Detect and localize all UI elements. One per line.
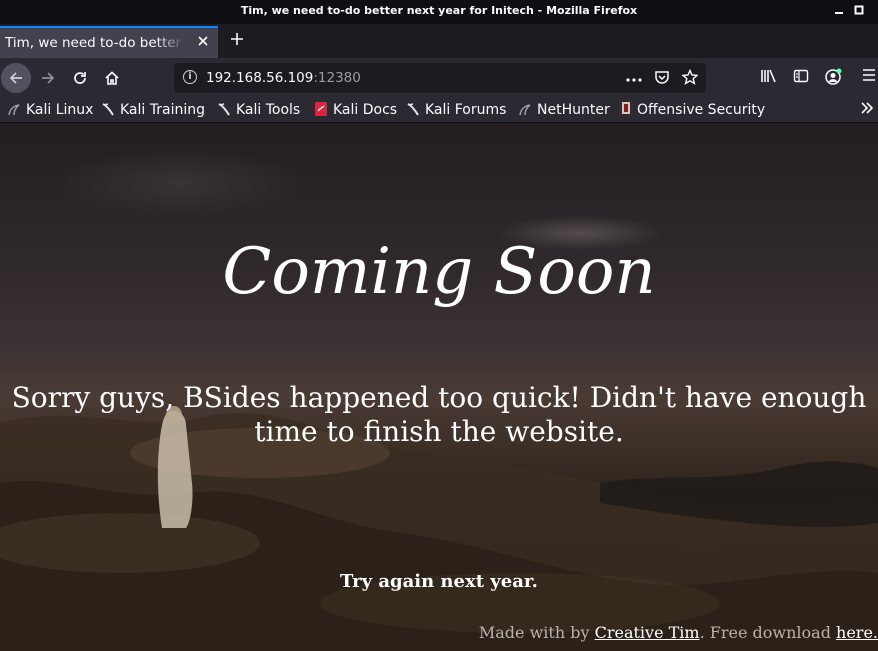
bookmark-star-icon[interactable] [680,68,700,87]
bookmarks-toolbar: Kali Linux Kali Training Kali Tools Kali… [0,98,878,123]
reload-button[interactable] [65,63,95,93]
bookmark-kali-docs[interactable]: Kali Docs [315,100,397,120]
page-actions-icon[interactable] [624,69,644,87]
page-footer: Made with by Creative Tim. Free download… [479,623,878,642]
maximize-button[interactable] [850,2,868,20]
url-text[interactable]: 192.168.56.109:12380 [206,70,361,86]
page-heading: Coming Soon [222,235,656,309]
bookmark-kali-forums[interactable]: Kali Forums [407,100,506,120]
footer-prefix: Made with by [478,623,595,642]
bookmark-kali-tools[interactable]: Kali Tools [218,100,300,120]
web-page-content: Coming Soon Sorry guys, BSides happened … [0,123,878,651]
menu-icon[interactable] [858,68,878,88]
tab-active[interactable]: Tim, we need to-do better next year for … [0,26,218,58]
tab-title: Tim, we need to-do better next year for … [5,35,185,51]
minimize-button[interactable] [830,2,848,20]
url-bar[interactable]: i 192.168.56.109:12380 [174,63,706,93]
kali-dragon-icon [8,102,20,116]
bookmark-kali-linux[interactable]: Kali Linux [8,100,93,120]
page-subtext: Try again next year. [340,571,538,592]
creative-tim-link[interactable]: Creative Tim [595,623,700,642]
forward-button[interactable] [33,63,63,93]
page-message: Sorry guys, BSides happened too quick! D… [11,381,867,448]
tab-strip: Tim, we need to-do better next year for … [0,24,878,58]
kali-dragon-icon [102,102,114,116]
site-info-icon[interactable]: i [183,70,197,84]
back-button[interactable] [1,63,31,93]
account-icon[interactable] [822,68,844,88]
pocket-icon[interactable] [652,69,672,87]
kali-docs-icon [315,102,327,116]
kali-dragon-icon [407,102,419,116]
kali-dragon-icon [519,102,531,116]
bookmark-offensive-security[interactable]: Offensive Security [619,100,765,120]
navigation-toolbar: i 192.168.56.109:12380 [0,58,878,98]
download-here-link[interactable]: here. [836,623,878,642]
home-button[interactable] [97,63,127,93]
footer-middle: . Free download [699,623,837,642]
new-tab-button[interactable] [226,28,248,52]
window-titlebar: Tim, we need to-do better next year for … [0,0,878,24]
sidebar-icon[interactable] [790,68,812,88]
offsec-icon [619,100,633,116]
close-tab-icon[interactable] [194,33,212,51]
bookmark-kali-training[interactable]: Kali Training [102,100,205,120]
bookmark-nethunter[interactable]: NetHunter [519,100,610,120]
kali-dragon-icon [218,102,230,116]
bookmarks-overflow-icon[interactable] [860,100,874,120]
window-title: Tim, we need to-do better next year for … [240,4,638,17]
library-icon[interactable] [758,68,780,88]
